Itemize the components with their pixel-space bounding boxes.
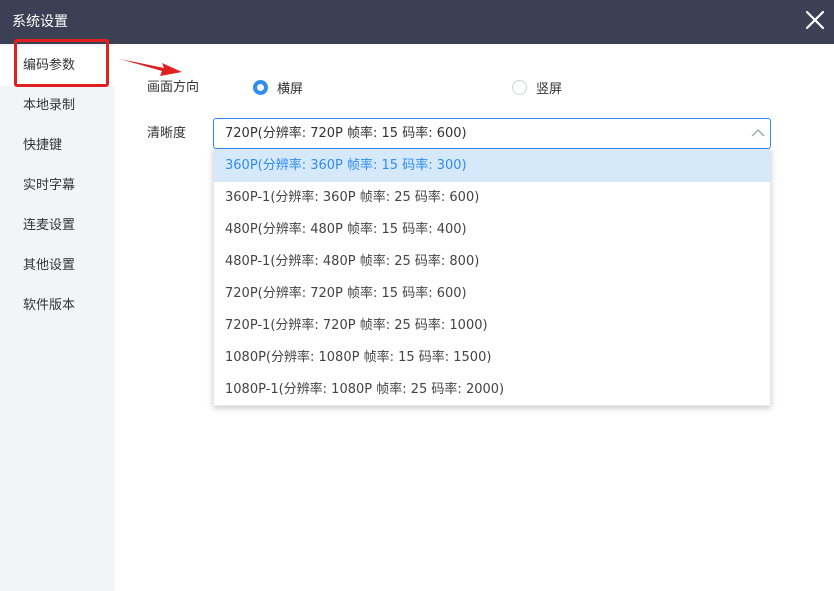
sidebar-item-co-host[interactable]: 连麦设置 [0, 206, 115, 246]
resolution-dropdown: 360P(分辨率: 360P 帧率: 15 码率: 300) 360P-1(分辨… [213, 149, 771, 406]
sidebar-item-live-captions[interactable]: 实时字幕 [0, 166, 115, 206]
sidebar-item-label: 快捷键 [23, 138, 63, 153]
annotation-arrow-icon [120, 59, 182, 76]
sidebar-item-label: 编码参数 [23, 58, 76, 73]
resolution-select[interactable]: 720P(分辨率: 720P 帧率: 15 码率: 600) [213, 118, 771, 149]
resolution-option-720p-1[interactable]: 720P-1(分辨率: 720P 帧率: 25 码率: 1000) [214, 310, 770, 342]
sidebar-item-other-settings[interactable]: 其他设置 [0, 246, 115, 286]
radio-checked-icon[interactable] [253, 79, 268, 95]
resolution-label: 清晰度 [147, 126, 187, 141]
chevron-up-icon [751, 129, 765, 137]
sidebar-item-local-recording[interactable]: 本地录制 [0, 86, 115, 126]
sidebar-item-encoding[interactable]: 编码参数 [0, 46, 115, 86]
sidebar-item-label: 软件版本 [23, 298, 76, 313]
resolution-option-1080p[interactable]: 1080P(分辨率: 1080P 帧率: 15 码率: 1500) [214, 342, 770, 374]
sidebar-item-label: 其他设置 [23, 258, 76, 273]
radio-unchecked-icon[interactable] [512, 79, 527, 95]
title-bar: 系统设置 [0, 0, 834, 44]
sidebar-item-label: 本地录制 [23, 98, 76, 113]
resolution-option-480p-1[interactable]: 480P-1(分辨率: 480P 帧率: 25 码率: 800) [214, 246, 770, 278]
orientation-portrait-label: 竖屏 [536, 81, 563, 97]
resolution-selected-value: 720P(分辨率: 720P 帧率: 15 码率: 600) [225, 126, 467, 141]
orientation-label: 画面方向 [147, 80, 200, 95]
close-button[interactable] [801, 6, 829, 34]
orientation-portrait-option[interactable]: 竖屏 [512, 77, 562, 97]
sidebar-item-label: 连麦设置 [23, 218, 76, 233]
orientation-landscape-option[interactable]: 横屏 [253, 77, 303, 97]
window-title: 系统设置 [12, 14, 68, 30]
sidebar: 编码参数 本地录制 快捷键 实时字幕 连麦设置 其他设置 软件版本 [0, 44, 115, 591]
resolution-option-360p[interactable]: 360P(分辨率: 360P 帧率: 15 码率: 300) [214, 150, 770, 182]
resolution-option-360p-1[interactable]: 360P-1(分辨率: 360P 帧率: 25 码率: 600) [214, 182, 770, 214]
orientation-landscape-label: 横屏 [277, 81, 304, 97]
close-icon [805, 10, 825, 30]
resolution-option-1080p-1[interactable]: 1080P-1(分辨率: 1080P 帧率: 25 码率: 2000) [214, 374, 770, 406]
sidebar-item-software-version[interactable]: 软件版本 [0, 286, 115, 326]
sidebar-item-shortcuts[interactable]: 快捷键 [0, 126, 115, 166]
sidebar-item-label: 实时字幕 [23, 178, 76, 193]
resolution-option-720p[interactable]: 720P(分辨率: 720P 帧率: 15 码率: 600) [214, 278, 770, 310]
resolution-option-480p[interactable]: 480P(分辨率: 480P 帧率: 15 码率: 400) [214, 214, 770, 246]
